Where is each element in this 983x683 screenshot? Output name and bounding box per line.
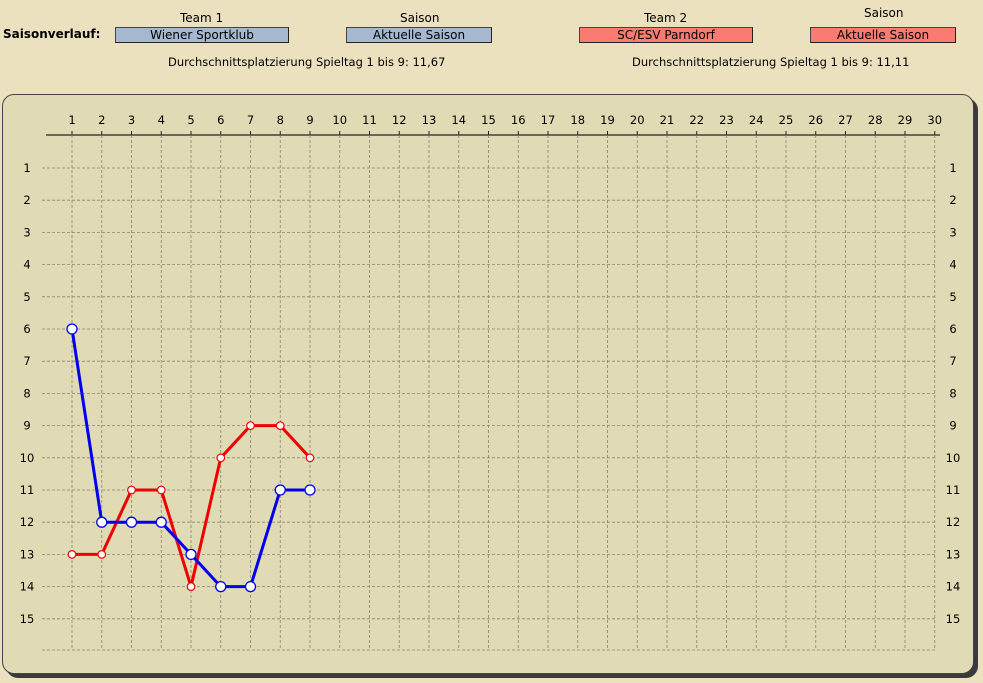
data-point-team2 xyxy=(156,485,166,495)
x-tick-label: 29 xyxy=(898,113,913,127)
x-tick-label: 5 xyxy=(187,113,194,127)
x-tick-label: 23 xyxy=(719,113,734,127)
x-tick-label: 15 xyxy=(481,113,496,127)
data-point-team1 xyxy=(155,516,167,528)
y-tick-label-left: 12 xyxy=(20,515,35,529)
y-tick-label-left: 15 xyxy=(20,612,35,626)
x-tick-label: 19 xyxy=(600,113,615,127)
x-tick-label: 21 xyxy=(660,113,675,127)
x-tick-label: 10 xyxy=(332,113,347,127)
y-tick-label-right: 5 xyxy=(949,290,956,304)
x-tick-label: 24 xyxy=(749,113,764,127)
x-tick-label: 22 xyxy=(689,113,704,127)
y-tick-label-left: 8 xyxy=(23,386,30,400)
x-tick-label: 30 xyxy=(927,113,942,127)
data-point-team1 xyxy=(244,580,257,593)
data-point-team2 xyxy=(127,485,136,495)
data-point-team2 xyxy=(275,421,285,431)
x-tick-label: 8 xyxy=(277,113,284,127)
data-point-team1 xyxy=(66,323,78,335)
y-tick-label-right: 6 xyxy=(949,322,956,336)
x-tick-label: 17 xyxy=(541,113,556,127)
y-tick-label-right: 7 xyxy=(949,354,956,368)
y-tick-label-right: 10 xyxy=(946,451,961,465)
chart-svg: 1 2 3 4 5 6 7 8 9 10 11 12 13 14 15 16 17 18 19 20 21 22 23 24 2… xyxy=(20,113,961,651)
data-point-team1 xyxy=(185,548,197,561)
x-tick-label: 16 xyxy=(511,113,526,127)
data-point-team2 xyxy=(246,421,255,431)
y-tick-label-left: 2 xyxy=(23,193,30,207)
x-tick-label: 7 xyxy=(247,113,254,127)
y-tick-label-right: 12 xyxy=(946,515,961,529)
data-point-team1 xyxy=(274,484,286,496)
x-tick-label: 25 xyxy=(779,113,794,127)
y-tick-label-right: 11 xyxy=(946,483,961,497)
x-tick-label: 14 xyxy=(451,113,466,127)
data-point-team1 xyxy=(125,516,138,528)
y-tick-label-left: 14 xyxy=(20,580,35,594)
y-tick-label-left: 9 xyxy=(23,419,30,433)
y-tick-label-left: 13 xyxy=(20,547,35,561)
data-point-team2 xyxy=(305,453,315,463)
data-point-team1 xyxy=(96,516,108,528)
y-tick-label-left: 3 xyxy=(23,225,30,239)
y-tick-label-left: 4 xyxy=(23,258,30,272)
y-tick-label-left: 11 xyxy=(20,483,35,497)
data-point-team2 xyxy=(216,453,226,463)
y-tick-label-left: 7 xyxy=(23,354,30,368)
x-tick-label: 20 xyxy=(630,113,645,127)
x-tick-label: 12 xyxy=(392,113,407,127)
x-tick-label: 27 xyxy=(838,113,853,127)
x-tick-label: 3 xyxy=(128,113,135,127)
y-tick-label-right: 2 xyxy=(949,193,956,207)
y-tick-label-left: 10 xyxy=(20,451,35,465)
y-tick-label-right: 3 xyxy=(949,225,956,239)
y-tick-label-right: 9 xyxy=(949,419,956,433)
y-tick-label-left: 5 xyxy=(23,290,30,304)
y-tick-label-right: 15 xyxy=(946,612,961,626)
x-tick-label: 26 xyxy=(808,113,823,127)
y-tick-label-right: 14 xyxy=(946,580,961,594)
data-point-team2 xyxy=(67,550,77,559)
y-tick-label-right: 4 xyxy=(949,258,956,272)
data-point-team1 xyxy=(215,580,227,593)
x-tick-label: 13 xyxy=(422,113,437,127)
x-tick-label: 18 xyxy=(570,113,585,127)
x-tick-label: 11 xyxy=(362,113,377,127)
x-tick-label: 9 xyxy=(306,113,313,127)
y-tick-label-left: 1 xyxy=(23,161,30,175)
y-tick-label-right: 13 xyxy=(946,547,961,561)
x-tick-label: 2 xyxy=(98,113,105,127)
y-tick-label-right: 1 xyxy=(949,161,956,175)
x-tick-label: 4 xyxy=(158,113,165,127)
data-point-team2 xyxy=(186,582,196,591)
x-tick-label: 1 xyxy=(68,113,75,127)
y-tick-label-left: 6 xyxy=(23,322,30,336)
y-tick-label-right: 8 xyxy=(949,386,956,400)
x-tick-label: 6 xyxy=(217,113,224,127)
data-point-team1 xyxy=(304,484,316,496)
data-point-team2 xyxy=(97,550,107,559)
x-tick-label: 28 xyxy=(868,113,883,127)
